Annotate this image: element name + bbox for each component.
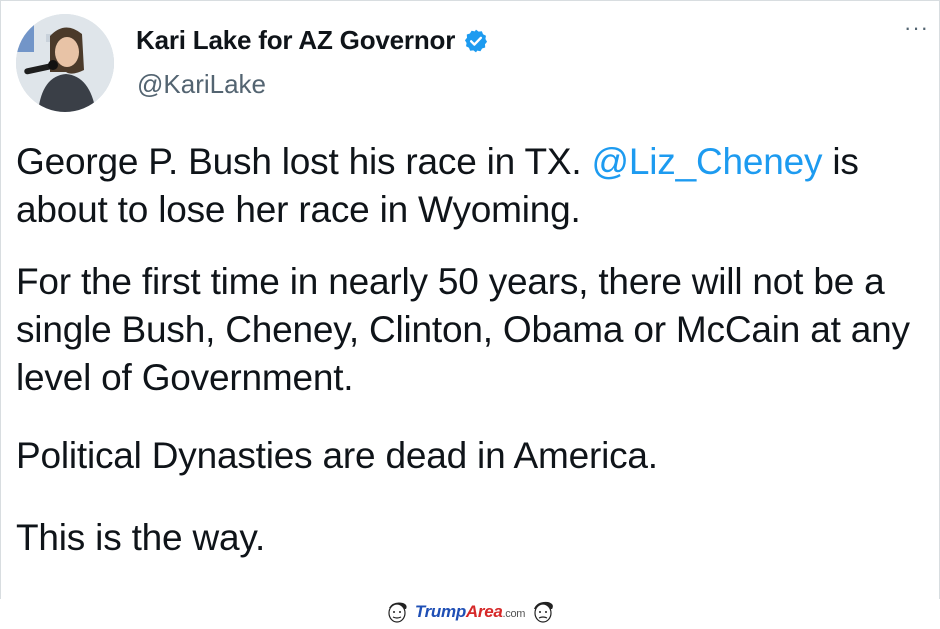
watermark-brand: TrumpArea.com bbox=[414, 601, 526, 622]
avatar[interactable] bbox=[16, 14, 114, 112]
display-name[interactable]: Kari Lake for AZ Governor bbox=[136, 25, 455, 56]
author-name-row: Kari Lake for AZ Governor bbox=[136, 25, 489, 56]
tweet-paragraph-2: For the first time in nearly 50 years, t… bbox=[16, 261, 910, 398]
avatar-image bbox=[16, 14, 114, 112]
tweet-paragraph-1: George P. Bush lost his race in TX. @Liz… bbox=[16, 138, 934, 234]
watermark-brand-part-2: Area bbox=[465, 601, 503, 621]
mention-link[interactable]: @Liz_Cheney bbox=[592, 141, 823, 182]
verified-badge-icon bbox=[463, 28, 489, 54]
author-handle[interactable]: @KariLake bbox=[137, 69, 266, 100]
watermark: TrumpArea.com bbox=[0, 599, 940, 624]
watermark-brand-part-3: .com bbox=[502, 607, 526, 620]
cartoon-face-icon bbox=[383, 600, 411, 624]
cartoon-face-icon bbox=[529, 600, 557, 624]
tweet-card: Kari Lake for AZ Governor @KariLake ··· … bbox=[0, 0, 940, 600]
tweet-text: George P. Bush lost his race in TX. @Liz… bbox=[16, 138, 934, 562]
watermark-brand-part-1: Trump bbox=[414, 601, 466, 621]
more-options-icon[interactable]: ··· bbox=[904, 17, 929, 39]
tweet-paragraph-3: Political Dynasties are dead in America. bbox=[16, 435, 658, 476]
tweet-paragraph-1-start: George P. Bush lost his race in TX. bbox=[16, 141, 592, 182]
tweet-paragraph-4: This is the way. bbox=[16, 517, 266, 558]
